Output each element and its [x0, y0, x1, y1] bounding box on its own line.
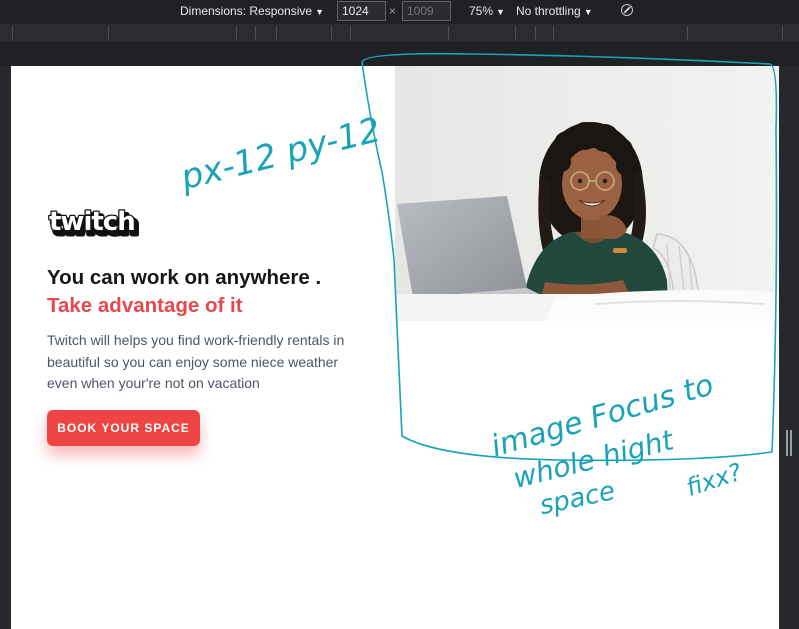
rotate-icon[interactable]	[621, 4, 633, 16]
handle-bar	[786, 430, 788, 456]
ruler-tick	[331, 26, 332, 40]
ruler-tick	[687, 26, 688, 40]
ruler-tick	[350, 26, 351, 40]
dimensions-dropdown[interactable]: Dimensions: Responsive ▼	[180, 4, 324, 18]
viewport-resize-handle[interactable]	[786, 430, 792, 456]
twitch-logo: twitch twitch	[48, 208, 139, 240]
ruler-tick	[515, 26, 516, 40]
logo-wordmark: twitch	[49, 208, 135, 237]
ruler-tick	[276, 26, 277, 40]
ruler-tick	[535, 26, 536, 40]
caret-down-icon: ▼	[315, 7, 324, 17]
dimensions-label: Dimensions: Responsive	[180, 4, 313, 18]
hero-headline: You can work on anywhere . Take advantag…	[47, 264, 377, 320]
page-viewport: twitch twitch You can work on anywhere .…	[11, 66, 779, 629]
hero-photo	[395, 66, 779, 321]
viewport-gutter	[0, 42, 799, 66]
dimension-separator: ×	[389, 4, 397, 18]
ruler-tick	[448, 26, 449, 40]
height-input[interactable]	[402, 1, 451, 21]
book-your-space-button[interactable]: BOOK YOUR SPACE	[47, 410, 200, 446]
ruler-tick	[108, 26, 109, 40]
zoom-label: 75%	[469, 4, 494, 18]
media-query-ruler	[0, 24, 799, 42]
ruler-tick	[782, 26, 783, 40]
width-input[interactable]	[337, 1, 386, 21]
headline-main: You can work on anywhere .	[47, 266, 322, 289]
zoom-dropdown[interactable]: 75% ▼	[469, 4, 505, 18]
device-toolbar: Dimensions: Responsive▼ × 75%▼ No thrott…	[0, 0, 799, 24]
throttle-dropdown[interactable]: No throttling ▼	[516, 4, 593, 18]
throttle-label: No throttling	[516, 4, 581, 18]
caret-down-icon: ▼	[583, 7, 593, 17]
ruler-tick	[236, 26, 237, 40]
handle-bar	[790, 430, 792, 456]
ruler-tick	[12, 26, 13, 40]
headline-accent: Take advantage of it	[47, 294, 243, 317]
caret-down-icon: ▼	[496, 7, 505, 17]
hero-description: Twitch will helps you find work-friendly…	[47, 332, 345, 391]
ruler-tick	[255, 26, 256, 40]
ruler-tick	[553, 26, 554, 40]
